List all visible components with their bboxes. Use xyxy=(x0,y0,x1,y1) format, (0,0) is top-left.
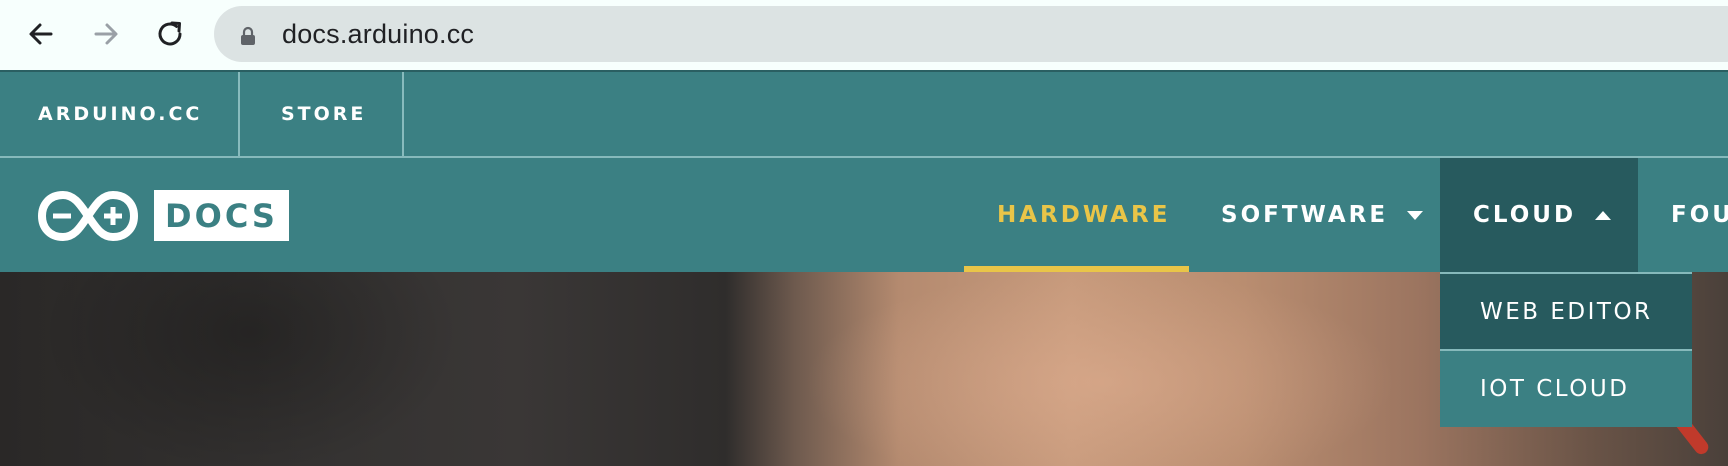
dropdown-item-iot-cloud[interactable]: IOT CLOUD xyxy=(1440,351,1692,427)
arduino-logo-icon[interactable] xyxy=(37,190,139,242)
url-text: docs.arduino.cc xyxy=(282,19,475,49)
reload-icon xyxy=(158,21,182,46)
nav-item-label: HARDWARE xyxy=(997,202,1171,228)
cloud-dropdown-menu: WEB EDITOR IOT CLOUD xyxy=(1440,272,1692,427)
chevron-up-icon xyxy=(1595,211,1612,220)
back-arrow-icon xyxy=(29,23,53,45)
nav-item-software[interactable]: SOFTWARE xyxy=(1221,158,1424,272)
chevron-down-icon xyxy=(1407,211,1424,220)
forward-arrow-icon xyxy=(94,23,118,45)
back-button[interactable] xyxy=(21,14,61,54)
main-navigation: DOCS HARDWARE SOFTWARE CLOUD FOU xyxy=(0,156,1728,272)
forward-button[interactable] xyxy=(86,14,126,54)
lock-icon xyxy=(241,26,255,45)
docs-badge[interactable]: DOCS xyxy=(154,190,289,241)
nav-item-partial[interactable]: FOU xyxy=(1671,158,1728,272)
divider xyxy=(402,72,404,156)
nav-item-label: CLOUD xyxy=(1473,202,1577,228)
reload-button[interactable] xyxy=(150,14,190,54)
divider xyxy=(238,72,240,156)
nav-item-label: SOFTWARE xyxy=(1221,202,1389,228)
browser-toolbar: docs.arduino.cc xyxy=(0,0,1728,70)
store-link[interactable]: STORE xyxy=(281,72,366,156)
address-bar[interactable]: docs.arduino.cc xyxy=(214,6,1728,62)
dropdown-item-web-editor[interactable]: WEB EDITOR xyxy=(1440,274,1692,349)
arduino-cc-link[interactable]: ARDUINO.CC xyxy=(38,72,202,156)
nav-item-cloud[interactable]: CLOUD xyxy=(1440,158,1638,272)
nav-item-hardware[interactable]: HARDWARE xyxy=(964,158,1189,272)
global-top-bar: ARDUINO.CC STORE xyxy=(0,70,1728,156)
